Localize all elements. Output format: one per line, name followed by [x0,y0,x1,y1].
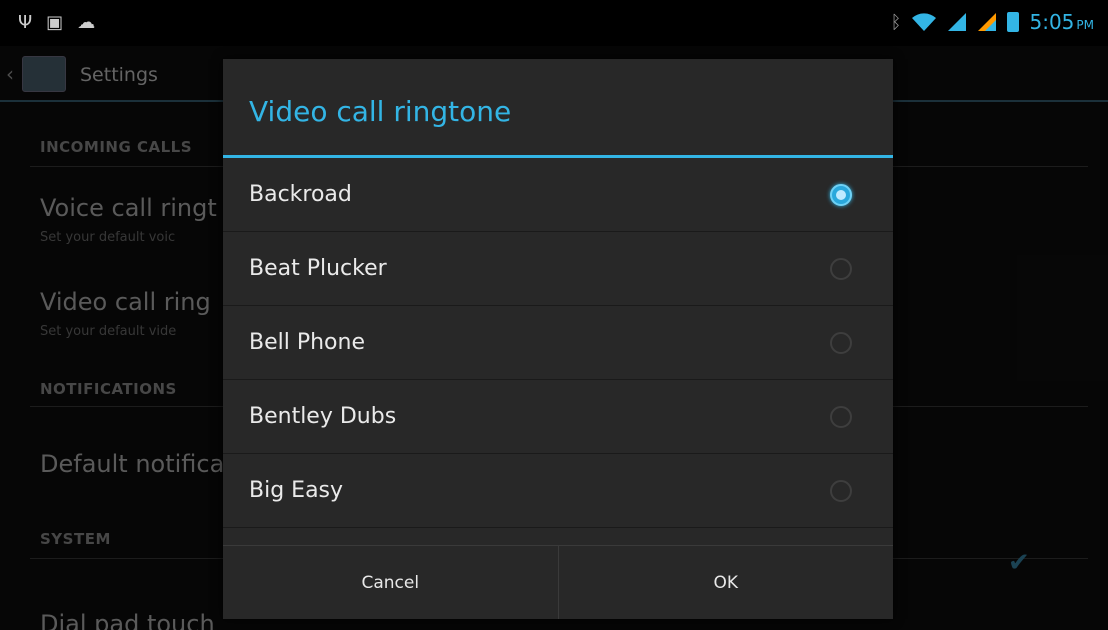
ringtone-item[interactable]: Bell Phone [223,306,893,380]
ringtone-item[interactable]: Big Easy [223,454,893,528]
ringtone-dialog: Video call ringtone Backroad Beat Plucke… [223,59,893,619]
usb-icon: Ψ [18,12,33,33]
ringtone-item[interactable]: Bentley Dubs [223,380,893,454]
battery-icon [1007,12,1020,32]
radio-unselected-icon[interactable] [830,406,852,428]
ringtone-item[interactable]: Backroad [223,158,893,232]
ringtone-label: Beat Plucker [249,256,387,281]
signal-2-icon [978,13,997,31]
wifi-icon [912,13,937,31]
ringtone-label: Bentley Dubs [249,404,397,429]
dialog-button-bar: Cancel OK [223,545,893,619]
notification-icons: Ψ ▣ ☁ [18,12,95,34]
status-bar: Ψ ▣ ☁ ᛒ 5:05 PM [0,0,1108,46]
radio-unselected-icon[interactable] [830,480,852,502]
clock: 5:05 PM [1029,10,1094,34]
ringtone-label: Big Easy [249,478,344,503]
image-notification-icon: ▣ [46,12,64,33]
radio-unselected-icon[interactable] [830,258,852,280]
android-debug-icon: ☁ [77,12,96,33]
signal-icon [948,13,967,31]
radio-unselected-icon[interactable] [830,332,852,354]
ok-button[interactable]: OK [557,546,894,619]
cancel-button[interactable]: Cancel [223,546,558,619]
ringtone-list[interactable]: Backroad Beat Plucker Bell Phone Bentley… [223,158,893,544]
dialog-title: Video call ringtone [249,95,512,128]
ringtone-label: Backroad [249,182,352,207]
radio-selected-icon[interactable] [830,184,852,206]
system-icons: ᛒ 5:05 PM [891,10,1094,34]
ringtone-item[interactable]: Beat Plucker [223,232,893,306]
bluetooth-icon: ᛒ [890,11,902,33]
ringtone-label: Bell Phone [249,330,365,355]
